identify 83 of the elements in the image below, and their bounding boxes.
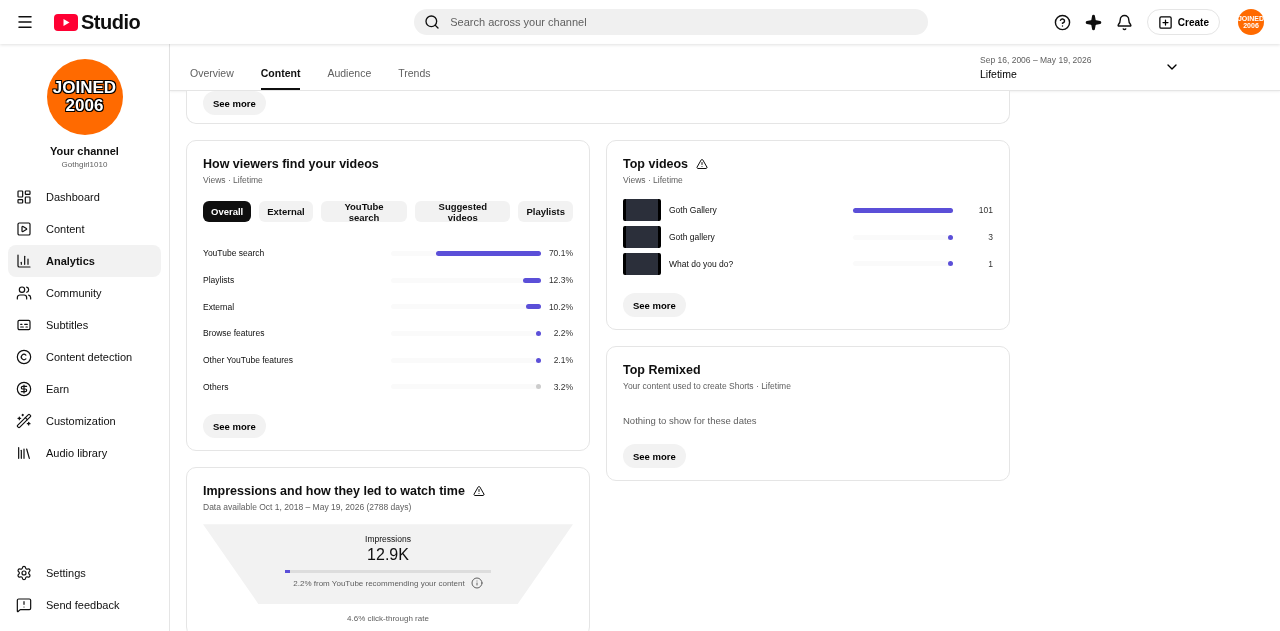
dashboard-icon: [16, 189, 32, 205]
bar-chart-icon: [16, 253, 32, 269]
tab[interactable]: Overview: [190, 67, 234, 90]
tab[interactable]: Trends: [398, 67, 431, 90]
video-title[interactable]: What do you do?: [669, 258, 845, 269]
video-title[interactable]: Goth Gallery: [669, 205, 845, 216]
sidebar-item[interactable]: Audio library: [8, 437, 161, 469]
dollar-icon: [16, 381, 32, 397]
card-subtitle: Data available Oct 1, 2018 – May 19, 2026 (2788 days): [203, 502, 413, 513]
empty-message: Nothing to show for these dates: [623, 415, 758, 427]
help-button[interactable]: [1053, 13, 1071, 31]
feedback-icon: [16, 597, 32, 613]
logo-text: Studio: [81, 10, 141, 34]
source-label: Browse features: [203, 328, 266, 339]
stage-label: 4.6% click-through rate: [346, 614, 430, 624]
logo-icon: [54, 13, 78, 31]
sidebar-item[interactable]: Send feedback: [8, 589, 161, 621]
video-title[interactable]: Goth gallery: [669, 232, 845, 243]
menu-button[interactable]: [16, 13, 34, 31]
card-title: Top Remixed: [623, 363, 702, 378]
percent-value: 2.2%: [552, 328, 573, 339]
percent-value: 70.1%: [547, 248, 573, 259]
percent-value: 10.2%: [547, 301, 573, 312]
sidebar-item[interactable]: Earn: [8, 373, 161, 405]
create-button[interactable]: Create: [1146, 9, 1220, 35]
video-thumbnail[interactable]: [623, 252, 661, 275]
view-count: 101: [977, 205, 993, 216]
search-field[interactable]: Search across your channel: [414, 9, 929, 35]
tab[interactable]: Audience: [327, 67, 372, 90]
percent-value: 3.2%: [552, 381, 573, 392]
sidebar-item[interactable]: Community: [8, 277, 161, 309]
card-title: Impressions and how they led to watch time: [203, 484, 465, 499]
stage-value: 12.9K: [367, 546, 409, 565]
percent-value: 2.1%: [552, 355, 573, 366]
stage-note: 2.2% from YouTube recommending your content: [293, 578, 465, 588]
source-label: External: [203, 301, 236, 312]
channel-handle: Gothgirl1010: [60, 160, 109, 169]
see-more-button[interactable]: See more: [203, 414, 266, 439]
people-icon: [16, 285, 32, 301]
copyright-icon: [16, 349, 32, 365]
video-thumbnail[interactable]: [623, 199, 661, 222]
source-label: Other YouTube features: [203, 355, 294, 366]
source-label: Others: [203, 381, 230, 392]
filter-chip[interactable]: Overall: [203, 201, 252, 222]
sidebar-item[interactable]: Analytics: [8, 245, 161, 277]
sidebar-item[interactable]: Content detection: [8, 341, 161, 373]
subtitles-icon: [16, 317, 32, 333]
sidebar-item[interactable]: Settings: [8, 557, 161, 589]
channel-avatar: JOINED 2006: [46, 59, 123, 135]
info-icon[interactable]: [470, 577, 483, 590]
channel-title: Your channel: [49, 145, 120, 157]
filter-chip[interactable]: Playlists: [518, 201, 573, 222]
library-icon: [16, 445, 32, 461]
filter-chip[interactable]: External: [259, 201, 313, 222]
card-title: How viewers find your videos: [203, 157, 380, 171]
card-subtitle: Views · Lifetime: [203, 175, 264, 185]
source-label: YouTube search: [203, 248, 266, 259]
filter-chip[interactable]: Suggested videos: [415, 201, 511, 222]
sidebar-item[interactable]: Subtitles: [8, 309, 161, 341]
sidebar-item[interactable]: Customization: [8, 405, 161, 437]
filter-chip[interactable]: YouTube search: [320, 201, 408, 222]
card-title: Top videos: [623, 157, 689, 171]
card-subtitle: Your content used to create Shorts · Lifetime: [623, 381, 792, 392]
source-label: Playlists: [203, 275, 236, 286]
settings-icon: [16, 565, 32, 581]
date-range-picker[interactable]: Sep 16, 2006 – May 19, 2026 Lifetime: [980, 54, 1180, 80]
see-more-button[interactable]: See more: [623, 293, 686, 318]
see-more-button[interactable]: See more: [623, 444, 686, 469]
search-icon: [424, 14, 441, 30]
view-count: 1: [987, 258, 993, 269]
notifications-button[interactable]: [1115, 13, 1133, 31]
add-video-icon: [1157, 14, 1173, 30]
card-subtitle: Views · Lifetime: [623, 175, 684, 185]
percent-value: 12.3%: [547, 275, 573, 286]
sidebar-item[interactable]: Dashboard: [8, 181, 161, 213]
see-more-button[interactable]: See more: [203, 91, 266, 115]
view-count: 3: [987, 232, 993, 243]
stage-label: Impressions: [365, 534, 411, 545]
sidebar-item[interactable]: Content: [8, 213, 161, 245]
play-square-icon: [16, 221, 32, 237]
magic-wand-icon: [16, 413, 32, 429]
sparkle-button[interactable]: [1084, 13, 1102, 31]
video-thumbnail[interactable]: [623, 226, 661, 249]
